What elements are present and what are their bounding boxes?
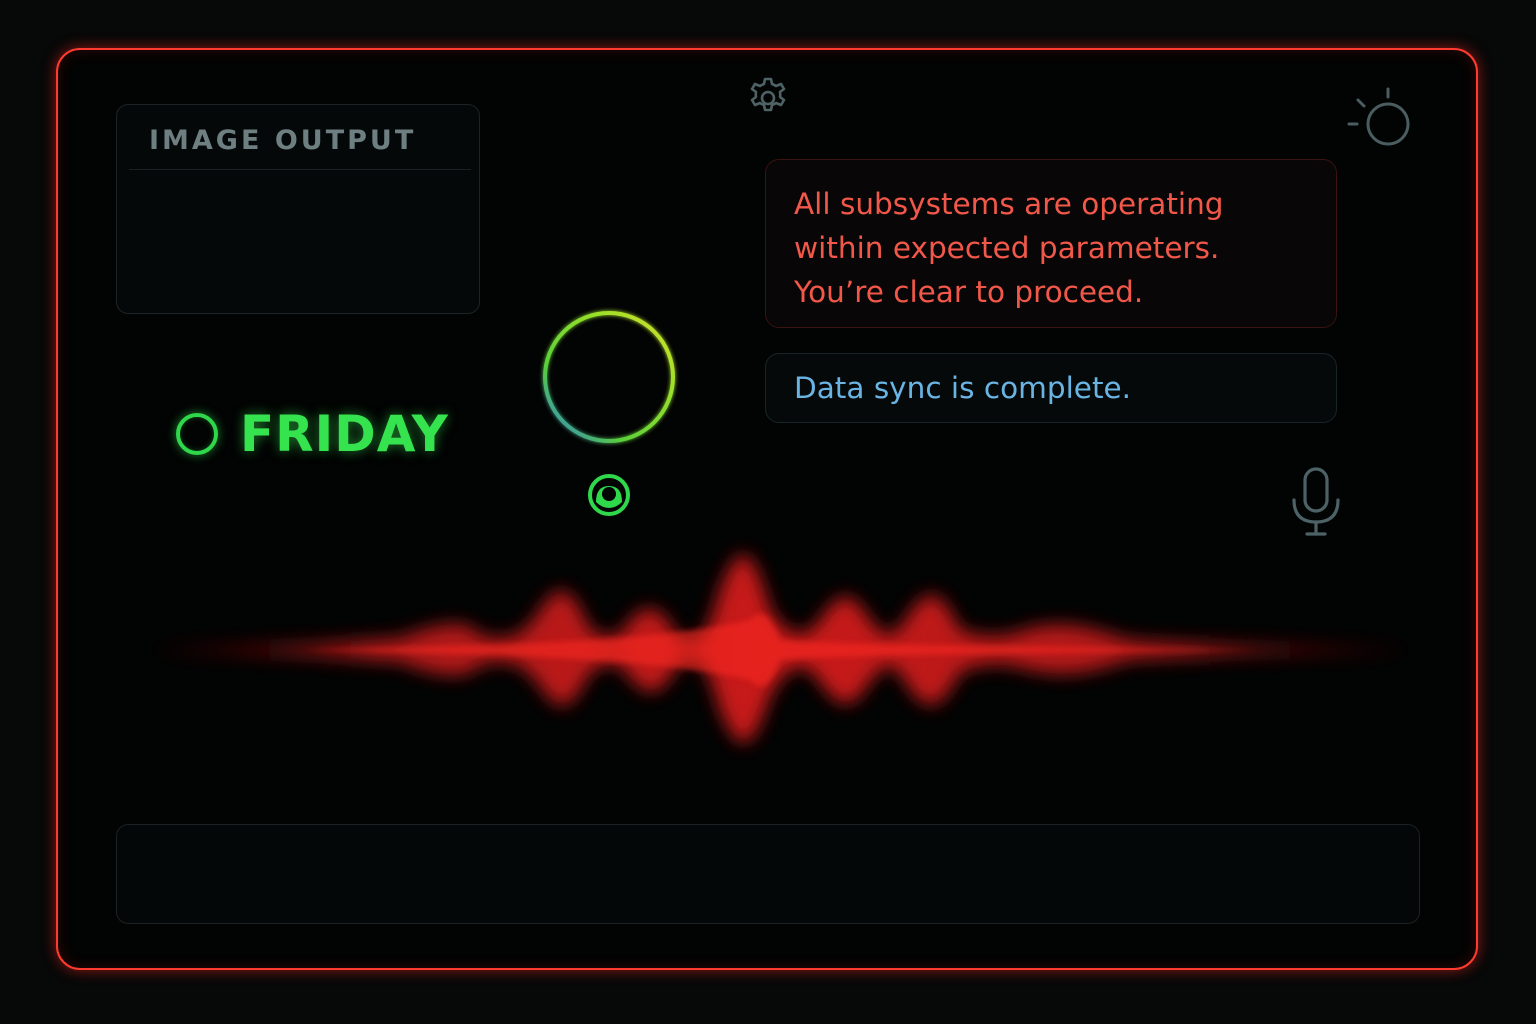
command-input[interactable] xyxy=(116,824,1420,924)
audio-waveform xyxy=(150,554,1410,743)
panel-divider xyxy=(129,169,471,170)
brightness-icon[interactable] xyxy=(1344,86,1416,152)
sync-message: Data sync is complete. xyxy=(765,353,1337,423)
ring-icon xyxy=(543,311,675,443)
status-message: All subsystems are operating within expe… xyxy=(765,159,1337,328)
assistant-name: FRIDAY xyxy=(240,405,449,463)
assistant-status-dot xyxy=(176,413,218,455)
gear-icon[interactable] xyxy=(746,76,790,120)
image-output-panel: IMAGE OUTPUT xyxy=(116,104,480,314)
assistant-indicator: FRIDAY xyxy=(176,404,449,464)
image-output-title: IMAGE OUTPUT xyxy=(149,125,417,156)
